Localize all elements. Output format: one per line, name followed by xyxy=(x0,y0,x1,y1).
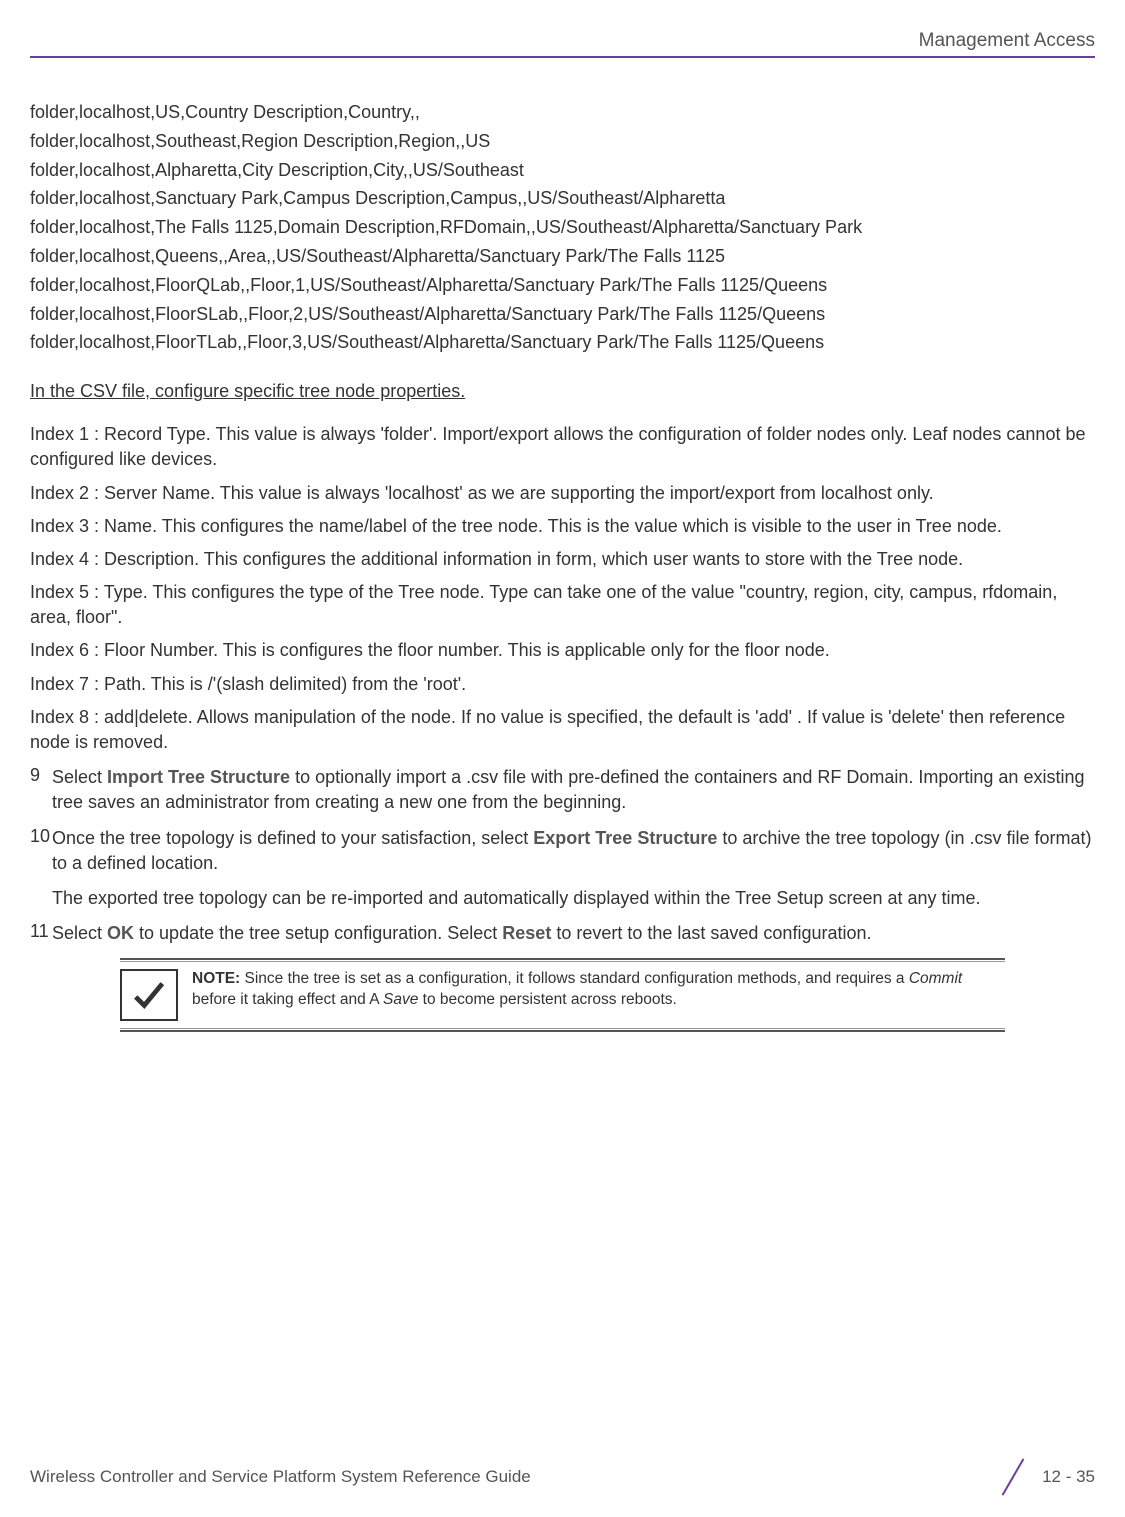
note-post: to become persistent across reboots. xyxy=(418,991,676,1008)
note-rule-top xyxy=(120,958,1005,962)
step-text: Select OK to update the tree setup confi… xyxy=(52,921,872,946)
page-header: Management Access xyxy=(30,30,1095,58)
index-definitions: Index 1 : Record Type. This value is alw… xyxy=(30,422,1095,755)
csv-properties-heading: In the CSV file, configure specific tree… xyxy=(30,381,1095,402)
step-10-extra: The exported tree topology can be re-imp… xyxy=(52,886,1095,911)
note-pre: Since the tree is set as a configuration… xyxy=(240,970,909,987)
note-callout: NOTE: Since the tree is set as a configu… xyxy=(120,958,1005,1032)
csv-line: folder,localhost,Alpharetta,City Descrip… xyxy=(30,156,1095,185)
index-item: Index 7 : Path. This is /'(slash delimit… xyxy=(30,672,1095,697)
step-text-pre: Select xyxy=(52,923,107,943)
step-9: 9 Select Import Tree Structure to option… xyxy=(30,765,1095,815)
import-tree-structure-label: Import Tree Structure xyxy=(107,767,290,787)
csv-line: folder,localhost,FloorQLab,,Floor,1,US/S… xyxy=(30,271,1095,300)
index-item: Index 2 : Server Name. This value is alw… xyxy=(30,481,1095,506)
step-number: 11 xyxy=(30,921,52,946)
note-label: NOTE: xyxy=(192,970,240,987)
note-body: NOTE: Since the tree is set as a configu… xyxy=(120,965,1005,1025)
csv-line: folder,localhost,Southeast,Region Descri… xyxy=(30,127,1095,156)
csv-line: folder,localhost,The Falls 1125,Domain D… xyxy=(30,213,1095,242)
footer-page-block: 12 - 35 xyxy=(992,1467,1095,1487)
csv-line: folder,localhost,FloorTLab,,Floor,3,US/S… xyxy=(30,328,1095,357)
footer-page-number: 12 - 35 xyxy=(1042,1467,1095,1487)
note-rule-bottom xyxy=(120,1028,1005,1032)
checkmark-icon xyxy=(120,969,178,1021)
index-item: Index 4 : Description. This configures t… xyxy=(30,547,1095,572)
note-mid: before it taking effect and A xyxy=(192,991,383,1008)
index-item: Index 8 : add|delete. Allows manipulatio… xyxy=(30,705,1095,755)
step-text-post: to revert to the last saved configuratio… xyxy=(551,923,871,943)
step-text-mid: to update the tree setup configuration. … xyxy=(134,923,502,943)
export-tree-structure-label: Export Tree Structure xyxy=(533,828,717,848)
csv-listing: folder,localhost,US,Country Description,… xyxy=(30,98,1095,357)
step-10: 10 Once the tree topology is defined to … xyxy=(30,826,1095,876)
index-item: Index 6 : Floor Number. This is configur… xyxy=(30,638,1095,663)
csv-line: folder,localhost,Queens,,Area,,US/Southe… xyxy=(30,242,1095,271)
step-number: 10 xyxy=(30,826,52,876)
note-save: Save xyxy=(383,991,418,1008)
step-text-pre: Once the tree topology is defined to you… xyxy=(52,828,533,848)
ok-label: OK xyxy=(107,923,134,943)
page-content: folder,localhost,US,Country Description,… xyxy=(30,98,1095,1032)
header-section-title: Management Access xyxy=(30,30,1095,52)
index-item: Index 3 : Name. This configures the name… xyxy=(30,514,1095,539)
footer-doc-title: Wireless Controller and Service Platform… xyxy=(30,1467,531,1487)
index-item: Index 1 : Record Type. This value is alw… xyxy=(30,422,1095,472)
step-number: 9 xyxy=(30,765,52,815)
csv-line: folder,localhost,US,Country Description,… xyxy=(30,98,1095,127)
step-11: 11 Select OK to update the tree setup co… xyxy=(30,921,1095,946)
footer-accent-icon xyxy=(1002,1458,1025,1495)
csv-line: folder,localhost,FloorSLab,,Floor,2,US/S… xyxy=(30,300,1095,329)
step-text: Select Import Tree Structure to optional… xyxy=(52,765,1095,815)
step-text-pre: Select xyxy=(52,767,107,787)
page-footer: Wireless Controller and Service Platform… xyxy=(30,1467,1095,1487)
note-commit: Commit xyxy=(909,970,962,987)
reset-label: Reset xyxy=(502,923,551,943)
csv-line: folder,localhost,Sanctuary Park,Campus D… xyxy=(30,184,1095,213)
step-text: Once the tree topology is defined to you… xyxy=(52,826,1095,876)
index-item: Index 5 : Type. This configures the type… xyxy=(30,580,1095,630)
note-text: NOTE: Since the tree is set as a configu… xyxy=(192,969,1005,1009)
